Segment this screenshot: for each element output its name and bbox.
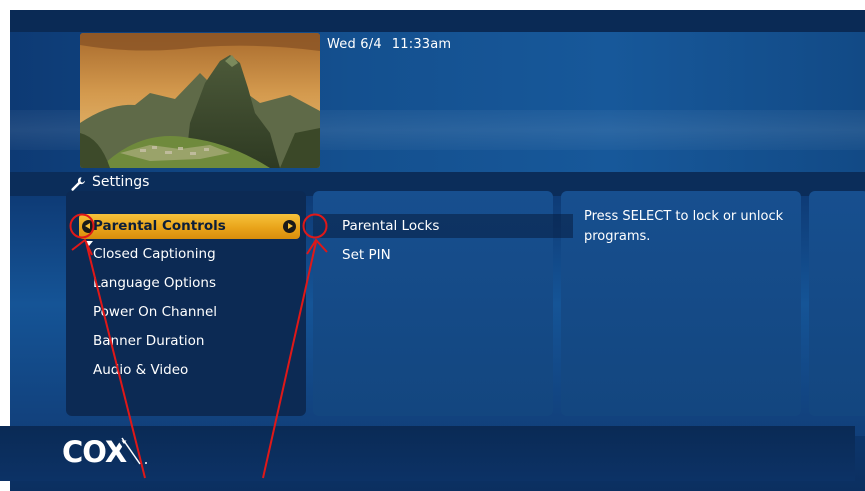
menu-item-language-options[interactable]: Language Options xyxy=(93,271,298,296)
clock-date: Wed 6/4 xyxy=(327,37,382,52)
menu-item-label: Closed Captioning xyxy=(93,246,216,262)
clock-time: 11:33am xyxy=(391,37,452,52)
menu-item-parental-controls[interactable]: Parental Controls xyxy=(79,214,300,239)
menu-item-label: Audio & Video xyxy=(93,362,189,378)
menu-item-label: Power On Channel xyxy=(93,304,218,320)
clock: Wed 6/4 11:33am xyxy=(327,37,461,52)
menu-item-label: Language Options xyxy=(93,275,217,291)
logo-text: COX xyxy=(62,435,127,468)
top-strip xyxy=(10,10,865,32)
menu-item-audio-video[interactable]: Audio & Video xyxy=(93,358,298,383)
preview-thumbnail xyxy=(80,33,320,168)
submenu-item-set-pin[interactable]: Set PIN xyxy=(313,243,573,267)
page-title: Settings xyxy=(92,174,150,190)
down-arrow-icon xyxy=(85,241,93,246)
arrow-left-icon[interactable] xyxy=(82,220,95,233)
cox-logo: COX xyxy=(62,435,147,468)
menu-item-power-on-channel[interactable]: Power On Channel xyxy=(93,300,298,325)
submenu-item-label: Set PIN xyxy=(342,247,391,263)
menu-item-closed-captioning[interactable]: Closed Captioning xyxy=(93,242,298,267)
edge-panel xyxy=(809,191,865,416)
description-text: Press SELECT to lock or unlock programs. xyxy=(584,209,784,244)
wrench-icon xyxy=(71,177,85,191)
submenu-item-label: Parental Locks xyxy=(342,218,440,234)
menu-item-label: Banner Duration xyxy=(93,333,205,349)
menu-item-label: Parental Controls xyxy=(93,218,226,234)
menu-item-banner-duration[interactable]: Banner Duration xyxy=(93,329,298,354)
arrow-right-icon[interactable] xyxy=(283,220,296,233)
submenu-item-parental-locks[interactable]: Parental Locks xyxy=(313,214,573,238)
